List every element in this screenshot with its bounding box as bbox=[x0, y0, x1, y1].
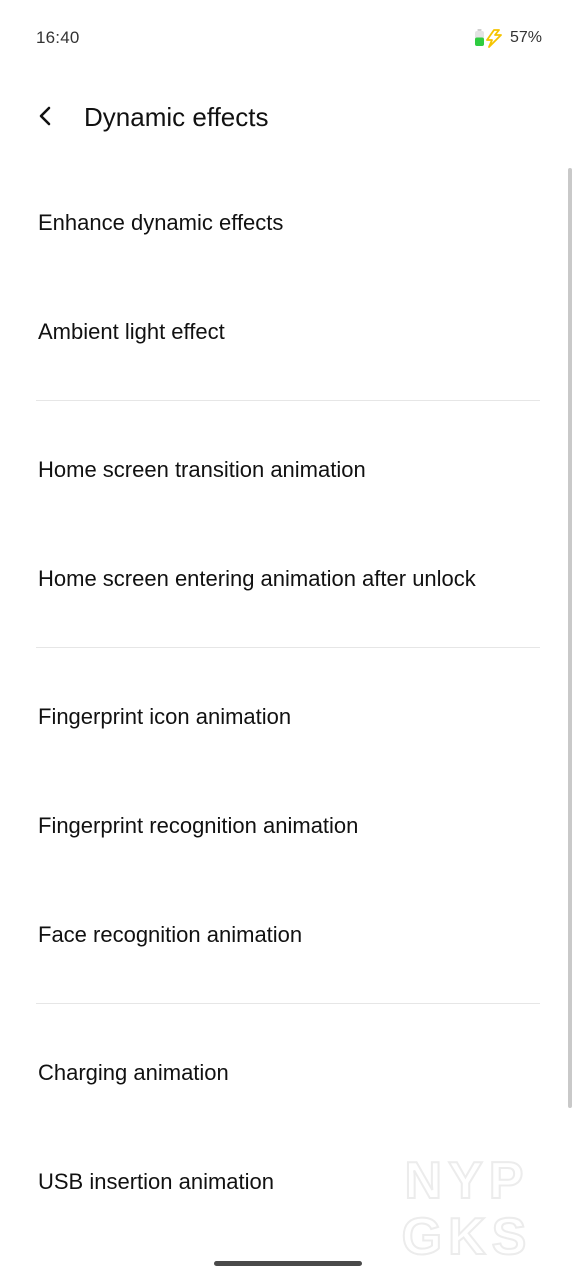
list-item-label: Enhance dynamic effects bbox=[38, 209, 284, 235]
list-item-label: Charging animation bbox=[38, 1059, 229, 1085]
list-item[interactable]: Charging animation bbox=[0, 1018, 576, 1127]
list-item[interactable]: Home screen entering animation after unl… bbox=[0, 524, 576, 633]
dynamic-effects-screen: 16:40 57% Dynamic effects Enhance dynami… bbox=[0, 0, 576, 1280]
page-header: Dynamic effects bbox=[0, 88, 576, 148]
battery-percentage: 57% bbox=[509, 29, 542, 46]
group-divider bbox=[0, 386, 576, 415]
svg-text:NYP: NYP bbox=[405, 1152, 530, 1210]
list-item-label: Face recognition animation bbox=[38, 921, 303, 947]
list-item-label: USB insertion animation bbox=[38, 1168, 275, 1194]
list-item[interactable]: Face recognition animation bbox=[0, 880, 576, 989]
home-indicator[interactable] bbox=[214, 1261, 362, 1266]
list-item-label: Fingerprint icon animation bbox=[38, 703, 292, 729]
svg-text:GKS: GKS bbox=[402, 1208, 533, 1262]
chevron-left-icon bbox=[35, 105, 57, 132]
list-item[interactable]: Ambient light effect bbox=[0, 277, 576, 386]
watermark-logo: NYP GKS bbox=[372, 1151, 562, 1267]
settings-list: Enhance dynamic effects Ambient light eff… bbox=[0, 168, 576, 1236]
status-bar: 16:40 57% bbox=[0, 0, 576, 76]
list-item-label: Home screen transition animation bbox=[38, 456, 366, 482]
group-divider bbox=[0, 633, 576, 662]
group-divider bbox=[0, 989, 576, 1018]
list-item-label: Fingerprint recognition animation bbox=[38, 812, 359, 838]
status-time: 16:40 bbox=[36, 28, 80, 47]
list-item-label: Home screen entering animation after unl… bbox=[38, 565, 476, 591]
scrollbar[interactable] bbox=[568, 168, 572, 1108]
status-indicators: 57% bbox=[474, 28, 542, 48]
page-title: Dynamic effects bbox=[84, 102, 269, 132]
back-button[interactable] bbox=[28, 100, 64, 136]
battery-charging-icon bbox=[474, 28, 504, 48]
list-item[interactable]: Fingerprint icon animation bbox=[0, 662, 576, 771]
list-item[interactable]: Enhance dynamic effects bbox=[0, 168, 576, 277]
list-item[interactable]: Home screen transition animation bbox=[0, 415, 576, 524]
list-item[interactable]: Fingerprint recognition animation bbox=[0, 771, 576, 880]
list-item-label: Ambient light effect bbox=[38, 318, 225, 344]
